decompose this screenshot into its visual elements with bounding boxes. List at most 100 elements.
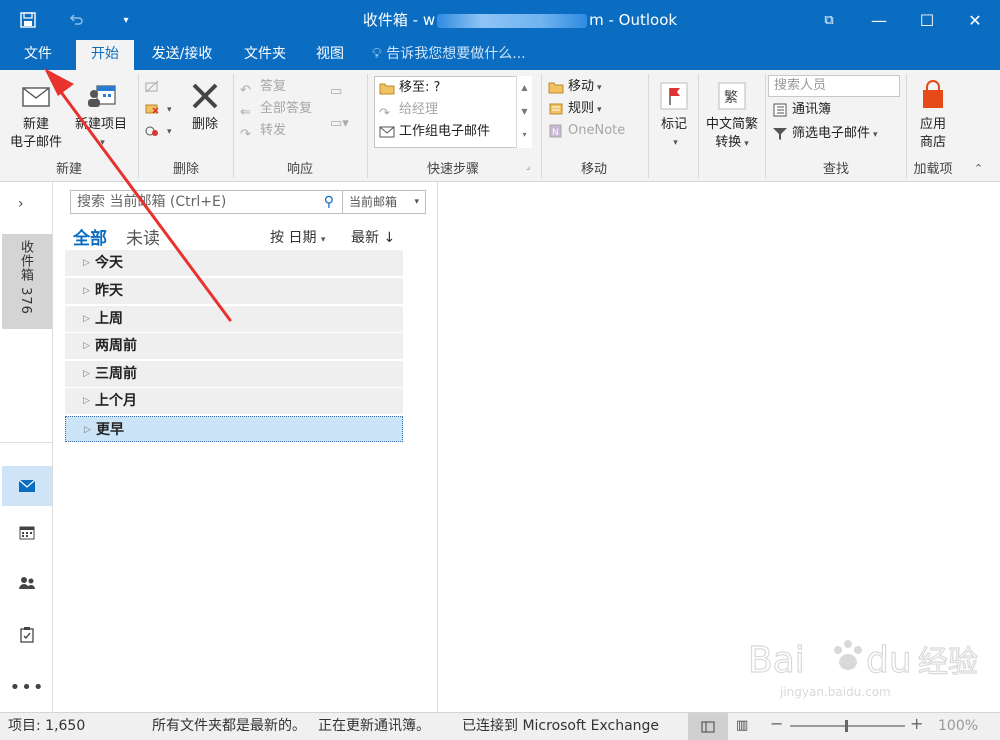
group-header[interactable]: ▷ 两周前 — [65, 333, 403, 359]
people-icon[interactable] — [12, 568, 42, 598]
reply-all-button[interactable]: ⇐ 全部答复 — [240, 98, 340, 120]
tab-send-receive[interactable]: 发送/接收 — [140, 40, 224, 70]
normal-view-icon[interactable] — [688, 713, 728, 740]
new-email-icon — [20, 80, 52, 112]
quickstep-team-email[interactable]: 工作组电子邮件 — [375, 121, 531, 143]
inbox-folder[interactable]: 收件箱 376 — [2, 234, 52, 329]
filter-email-button[interactable]: 筛选电子邮件 ▾ — [772, 123, 878, 145]
scroll-down-icon[interactable]: ▼ — [517, 100, 532, 124]
zoom-out-icon[interactable]: − — [770, 714, 783, 733]
quick-steps-gallery: 移至: ? ↷ 给经理 工作组电子邮件 — [374, 76, 532, 148]
onenote-button[interactable]: N OneNote — [548, 120, 648, 142]
ribbon: 新建 电子邮件 新建项目 ▾ 新建 ▾ ▾ 删除 删除 ↶ 答复 ⇐ 全部答复 ↷ 转… — [0, 70, 1000, 182]
flag-button[interactable]: 标记 ▾ — [652, 74, 696, 152]
sort-order-button[interactable]: 最新 ↓ — [351, 227, 395, 247]
search-input[interactable]: 搜索 当前邮箱 (Ctrl+E) ⚲ — [70, 190, 343, 214]
group-header-selected[interactable]: ▷ 更早 — [65, 416, 403, 442]
store-icon — [917, 80, 949, 112]
new-items-button[interactable]: 新建项目 ▾ — [68, 74, 134, 152]
folder-nav-pane: › 收件箱 376 ••• — [0, 182, 53, 712]
group-header[interactable]: ▷ 三周前 — [65, 361, 403, 387]
group-label-find: 查找 — [822, 162, 849, 177]
mail-list-pane: 搜索 当前邮箱 (Ctrl+E) ⚲ 当前邮箱 ▾ 全部 未读 按 日期 ▾ 最… — [53, 182, 438, 712]
rules-button[interactable]: 规则 ▾ — [548, 98, 648, 120]
more-apps-icon[interactable]: ••• — [10, 672, 44, 702]
status-item-count: 项目: 1,650 — [8, 718, 86, 734]
expand-folder-pane-icon[interactable]: › — [18, 196, 24, 212]
quickstep-to-manager[interactable]: ↷ 给经理 — [375, 99, 531, 121]
scroll-up-icon[interactable]: ▲ — [517, 76, 532, 100]
mail-icon[interactable] — [2, 466, 52, 506]
more-respond-icon[interactable]: ▭▾ — [330, 116, 350, 131]
sort-by-date-button[interactable]: 按 日期 ▾ — [270, 227, 325, 247]
expand-triangle-icon: ▷ — [83, 314, 90, 324]
reading-view-icon[interactable]: ▥ — [736, 718, 748, 733]
group-header[interactable]: ▷ 上个月 — [65, 388, 403, 414]
delete-button[interactable]: 删除 — [184, 74, 226, 134]
baidu-watermark: Bai du 经验 jingyan.baidu.com — [747, 639, 978, 699]
watermark-brand: Bai — [748, 640, 805, 681]
expand-triangle-icon: ▷ — [84, 425, 91, 435]
expand-triangle-icon: ▷ — [83, 286, 90, 296]
ribbon-tab-bar: 文件 开始 发送/接收 文件夹 视图 💡︎ 告诉我您想要做什么... — [0, 40, 1000, 70]
chevron-down-icon: ▾ — [414, 197, 419, 207]
forward-button[interactable]: ↷ 转发 — [240, 120, 340, 142]
address-book-button[interactable]: 通讯簿 — [772, 99, 831, 121]
search-icon[interactable]: ⚲ — [324, 191, 334, 213]
filter-unread-tab[interactable]: 未读 — [126, 224, 160, 249]
search-people-input[interactable]: 搜索人员 — [768, 75, 900, 97]
meeting-icon[interactable]: ▭ — [330, 84, 350, 116]
zoom-level[interactable]: 100% — [938, 713, 978, 739]
chinese-conversion-icon: 繁 — [716, 80, 748, 112]
save-icon[interactable] — [16, 8, 40, 32]
group-header[interactable]: ▷ 昨天 — [65, 278, 403, 304]
separator — [906, 74, 907, 178]
close-button[interactable]: ✕ — [950, 0, 1000, 40]
zoom-slider-thumb[interactable] — [845, 720, 848, 732]
expand-triangle-icon: ▷ — [83, 341, 90, 351]
tab-folder[interactable]: 文件夹 — [232, 40, 298, 70]
new-email-button[interactable]: 新建 电子邮件 — [4, 74, 68, 152]
zoom-in-icon[interactable]: + — [910, 714, 923, 733]
move-button[interactable]: 移动 ▾ — [548, 76, 648, 98]
filter-all-tab[interactable]: 全部 — [73, 224, 107, 249]
lightbulb-icon: 💡︎ — [372, 46, 382, 62]
window-title: 收件箱 - wm - Outlook — [362, 11, 678, 29]
collapse-ribbon-icon[interactable]: ⌃ — [974, 162, 983, 175]
quickstep-move-to[interactable]: 移至: ? — [375, 77, 531, 99]
chinese-conversion-button[interactable]: 繁 中文简繁 转换 ▾ — [700, 74, 764, 153]
group-header[interactable]: ▷ 今天 — [65, 250, 403, 276]
calendar-icon[interactable] — [12, 518, 42, 548]
group-label-new: 新建 — [55, 162, 82, 177]
group-header[interactable]: ▷ 上周 — [65, 306, 403, 332]
flag-icon — [658, 80, 690, 112]
status-connection: 已连接到 Microsoft Exchange — [462, 718, 660, 734]
minimize-button[interactable]: — — [854, 0, 904, 40]
respond-more-icons: ▭ ▭▾ — [330, 84, 350, 131]
ignore-icon[interactable] — [144, 76, 184, 98]
group-label-move: 移动 — [580, 162, 607, 177]
store-button[interactable]: 应用 商店 — [910, 74, 956, 152]
tell-me-search[interactable]: 💡︎ 告诉我您想要做什么... — [372, 40, 526, 70]
junk-icon[interactable]: ▾ — [144, 120, 184, 142]
quick-steps-scroll[interactable]: ▲ ▼ ▾ — [516, 76, 532, 148]
expand-triangle-icon: ▷ — [83, 369, 90, 379]
tab-file[interactable]: 文件 — [10, 40, 66, 70]
undo-icon[interactable] — [64, 8, 88, 32]
status-addressbook: 正在更新通讯簿。 — [318, 718, 430, 734]
dialog-launcher-icon[interactable]: ⌟ — [526, 162, 530, 172]
watermark-brand-2: du — [866, 640, 912, 681]
expand-triangle-icon: ▷ — [83, 396, 90, 406]
search-scope-select[interactable]: 当前邮箱 ▾ — [343, 190, 426, 214]
maximize-button[interactable]: ☐ — [902, 0, 952, 40]
clean-up-icon[interactable]: ▾ — [144, 98, 184, 120]
tasks-icon[interactable] — [12, 620, 42, 650]
tab-view[interactable]: 视图 — [304, 40, 356, 70]
reply-button[interactable]: ↶ 答复 — [240, 76, 340, 98]
zoom-slider[interactable] — [790, 720, 905, 732]
paw-icon — [834, 640, 862, 670]
tab-home[interactable]: 开始 — [76, 40, 134, 70]
customize-qat-icon[interactable]: ▾ — [114, 8, 138, 32]
expand-gallery-icon[interactable]: ▾ — [517, 124, 532, 146]
ribbon-display-options-icon[interactable]: ⧉ — [804, 0, 854, 40]
